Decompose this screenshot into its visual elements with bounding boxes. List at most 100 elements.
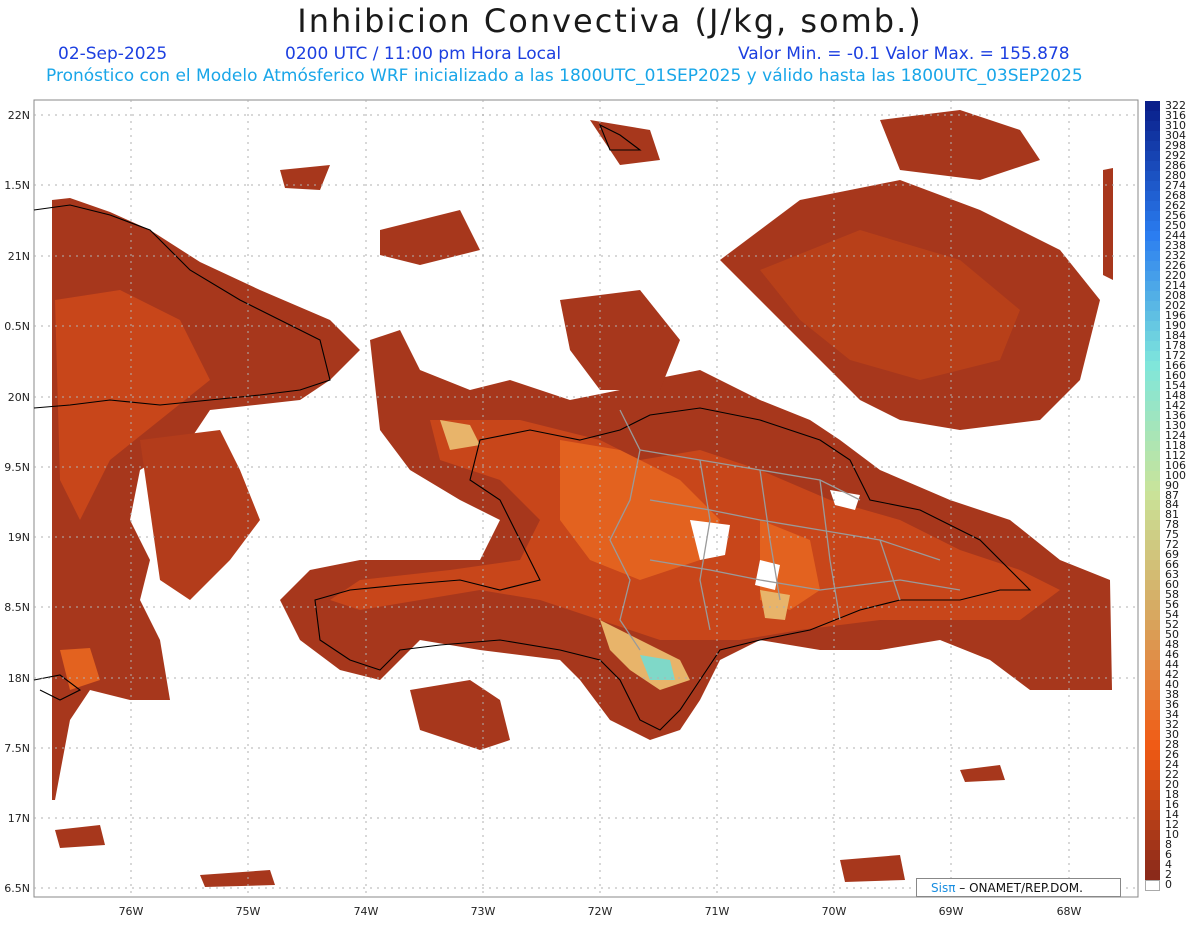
colorbar-swatch xyxy=(1145,400,1160,412)
lat-label: 21N xyxy=(7,250,30,263)
colorbar-swatch xyxy=(1145,680,1160,691)
colorbar-swatch xyxy=(1145,130,1160,142)
lat-label: 20N xyxy=(7,391,30,404)
colorbar-swatch xyxy=(1145,230,1160,242)
lon-label: 71W xyxy=(704,905,730,918)
colorbar-swatch xyxy=(1145,490,1160,502)
colorbar-swatch xyxy=(1145,670,1160,681)
lat-label: 8.5N xyxy=(4,601,30,614)
colorbar-swatch xyxy=(1145,120,1160,132)
colorbar-swatch xyxy=(1145,510,1160,522)
colorbar-swatch xyxy=(1145,210,1160,222)
colorbar-swatch xyxy=(1145,540,1160,552)
colorbar-swatch xyxy=(1145,560,1160,571)
colorbar-swatch xyxy=(1145,330,1160,342)
colorbar-swatch xyxy=(1145,610,1160,621)
colorbar-swatch xyxy=(1145,410,1160,422)
colorbar-swatch xyxy=(1145,640,1160,651)
colorbar-swatch xyxy=(1145,730,1160,741)
colorbar-swatch xyxy=(1145,850,1160,861)
colorbar-swatch xyxy=(1145,780,1160,791)
colorbar-swatch xyxy=(1145,810,1160,821)
colorbar-swatch xyxy=(1145,300,1160,312)
colorbar-swatch xyxy=(1145,280,1160,292)
colorbar-swatch xyxy=(1145,110,1160,122)
lat-label: 9.5N xyxy=(4,461,30,474)
colorbar-swatch xyxy=(1145,620,1160,631)
lat-label: 7.5N xyxy=(4,742,30,755)
colorbar-swatch xyxy=(1145,760,1160,771)
colorbar-swatch xyxy=(1145,220,1160,232)
colorbar-swatch xyxy=(1145,240,1160,252)
colorbar-swatch xyxy=(1145,460,1160,472)
colorbar-swatch xyxy=(1145,170,1160,182)
colorbar-swatch xyxy=(1145,430,1160,442)
lat-label: 6.5N xyxy=(4,882,30,895)
colorbar-swatch xyxy=(1145,190,1160,202)
colorbar-swatch xyxy=(1145,150,1160,162)
colorbar-swatch xyxy=(1145,480,1160,492)
colorbar-swatch xyxy=(1145,720,1160,731)
lon-label: 72W xyxy=(587,905,613,918)
colorbar-swatch xyxy=(1145,840,1160,851)
lon-label: 68W xyxy=(1056,905,1082,918)
colorbar-swatch xyxy=(1145,800,1160,811)
colorbar-label: 0 xyxy=(1165,878,1172,891)
colorbar-swatch xyxy=(1145,700,1160,711)
lat-label: 18N xyxy=(7,672,30,685)
lon-label: 70W xyxy=(821,905,847,918)
credit-brand: Sisπ xyxy=(931,881,956,895)
colorbar-swatch xyxy=(1145,750,1160,761)
lon-label: 69W xyxy=(938,905,964,918)
credit-text: – ONAMET/REP.DOM. xyxy=(955,881,1083,895)
colorbar-swatch xyxy=(1145,790,1160,801)
lon-label: 75W xyxy=(235,905,261,918)
cin-map xyxy=(33,99,1139,898)
colorbar-swatch xyxy=(1145,860,1160,871)
colorbar-swatch xyxy=(1145,500,1160,512)
credit-box: Sisπ – ONAMET/REP.DOM. xyxy=(916,878,1121,897)
colorbar-swatch xyxy=(1145,310,1160,322)
lat-label: 19N xyxy=(7,531,30,544)
lon-label: 73W xyxy=(470,905,496,918)
colorbar-swatch xyxy=(1145,880,1160,891)
colorbar-swatch xyxy=(1145,740,1160,751)
colorbar-swatch xyxy=(1145,710,1160,721)
colorbar-swatch xyxy=(1145,690,1160,701)
colorbar-swatch xyxy=(1145,101,1160,112)
colorbar-swatch xyxy=(1145,580,1160,591)
lon-label: 76W xyxy=(118,905,144,918)
colorbar-swatch xyxy=(1145,140,1160,152)
colorbar-swatch xyxy=(1145,530,1160,542)
colorbar-swatch xyxy=(1145,420,1160,432)
colorbar-swatch xyxy=(1145,770,1160,781)
colorbar-swatch xyxy=(1145,600,1160,611)
colorbar-swatch xyxy=(1145,630,1160,641)
colorbar-swatch xyxy=(1145,520,1160,532)
colorbar-swatch xyxy=(1145,200,1160,212)
colorbar-swatch xyxy=(1145,830,1160,841)
colorbar-swatch xyxy=(1145,160,1160,172)
colorbar-swatch xyxy=(1145,390,1160,402)
colorbar-swatch xyxy=(1145,270,1160,282)
lat-label: 0.5N xyxy=(4,320,30,333)
colorbar-swatch xyxy=(1145,340,1160,352)
colorbar-swatch xyxy=(1145,550,1160,561)
colorbar-swatch xyxy=(1145,570,1160,581)
lat-label: 22N xyxy=(7,109,30,122)
colorbar-swatch xyxy=(1145,180,1160,192)
colorbar xyxy=(1145,101,1160,891)
colorbar-swatch xyxy=(1145,660,1160,671)
colorbar-swatch xyxy=(1145,650,1160,661)
colorbar-swatch xyxy=(1145,320,1160,332)
colorbar-swatch xyxy=(1145,440,1160,452)
colorbar-swatch xyxy=(1145,360,1160,372)
lat-label: 1.5N xyxy=(4,179,30,192)
lon-label: 74W xyxy=(353,905,379,918)
colorbar-swatch xyxy=(1145,350,1160,362)
lat-label: 17N xyxy=(7,812,30,825)
colorbar-swatch xyxy=(1145,590,1160,601)
colorbar-swatch xyxy=(1145,250,1160,262)
colorbar-swatch xyxy=(1145,470,1160,482)
colorbar-swatch xyxy=(1145,290,1160,302)
